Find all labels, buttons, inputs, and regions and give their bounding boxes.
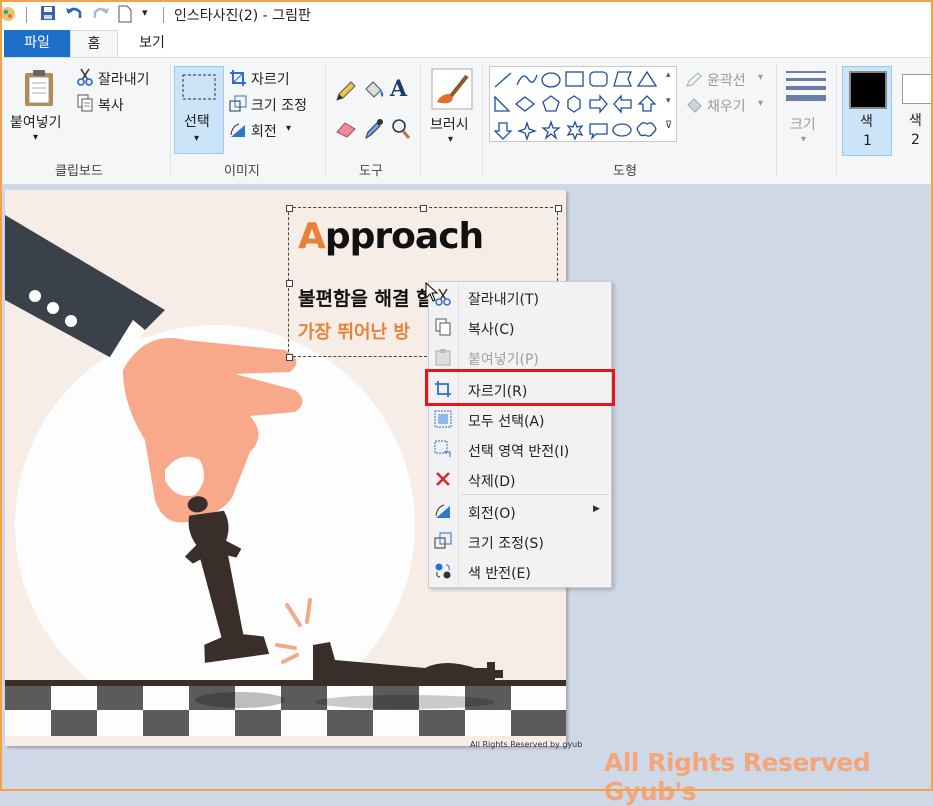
- rotate-button[interactable]: 회전: [251, 121, 277, 141]
- resize-icon[interactable]: [229, 95, 247, 117]
- outline-dropdown-icon: ▾: [758, 72, 764, 83]
- outline-icon: [685, 72, 703, 92]
- delete-x-icon: [434, 470, 452, 488]
- color1-button[interactable]: 색 1: [842, 66, 892, 156]
- shapes-scroll-down-icon[interactable]: ▾: [666, 96, 671, 106]
- color1-swatch: [849, 71, 887, 109]
- shapes-scroll-up-icon[interactable]: ▴: [666, 70, 671, 80]
- selection-handle[interactable]: [420, 205, 427, 212]
- app-icon[interactable]: [0, 4, 16, 26]
- cut-button[interactable]: 잘라내기: [98, 69, 150, 89]
- crop-button[interactable]: 자르기: [251, 69, 290, 89]
- rotate-icon[interactable]: [229, 121, 247, 143]
- paste-icon[interactable]: [22, 68, 56, 112]
- pencil-icon[interactable]: [335, 80, 357, 106]
- mouse-cursor-icon: [425, 281, 439, 306]
- selection-handle[interactable]: [286, 280, 293, 287]
- ribbon: 붙여넣기 ▾ 잘라내기 복사 클립보드 선택 ▾ 자르기 크기 조정 회전 ▾ …: [0, 57, 933, 185]
- context-menu: 잘라내기(T) 복사(C) 붙여넣기(P) 자르기(R) 모두 선택(A) 선택…: [428, 281, 612, 588]
- crop-highlight-box: [425, 369, 615, 406]
- color-picker-icon[interactable]: [364, 118, 384, 144]
- clipboard-group-label: 클립보드: [55, 164, 103, 179]
- fill-button: 채우기: [707, 99, 746, 115]
- context-menu-copy[interactable]: 복사(C): [429, 313, 611, 341]
- size-dropdown-icon[interactable]: ▾: [801, 134, 806, 145]
- fill-bucket-icon[interactable]: [362, 79, 386, 105]
- rotate-icon: [434, 502, 452, 520]
- crop-icon[interactable]: [229, 69, 247, 91]
- selection-handle[interactable]: [286, 354, 293, 361]
- select-label: 선택: [184, 114, 210, 130]
- watermark-text: All Rights Reserved Gyub's: [604, 748, 871, 806]
- size-icon[interactable]: [786, 70, 826, 108]
- context-menu-invert-color[interactable]: 색 반전(E): [429, 557, 611, 585]
- fill-dropdown-icon: ▾: [758, 98, 764, 109]
- title-bar: ▾ 인스타사진(2) - 그림판: [0, 0, 933, 30]
- context-menu-rotate[interactable]: 회전(O) ▶: [429, 497, 611, 525]
- undo-icon[interactable]: [65, 5, 83, 25]
- shapes-gallery[interactable]: [489, 66, 677, 142]
- size-button[interactable]: 크기: [790, 114, 816, 134]
- context-menu-delete[interactable]: 삭제(D): [429, 465, 611, 493]
- selection-handle[interactable]: [555, 205, 562, 212]
- brush-icon[interactable]: [431, 68, 473, 114]
- submenu-arrow-icon: ▶: [593, 504, 600, 514]
- context-menu-select-all[interactable]: 모두 선택(A): [429, 405, 611, 433]
- color2-number: 2: [911, 132, 920, 148]
- magnifier-icon[interactable]: [391, 118, 411, 144]
- context-menu-cut[interactable]: 잘라내기(T): [429, 283, 611, 311]
- image-group-label: 이미지: [224, 164, 260, 179]
- context-menu-paste: 붙여넣기(P): [429, 343, 611, 371]
- context-menu-invert-selection[interactable]: 선택 영역 반전(I): [429, 435, 611, 463]
- new-file-icon[interactable]: [118, 5, 132, 27]
- fill-icon: [685, 96, 705, 118]
- paste-button[interactable]: 붙여넣기: [10, 112, 62, 132]
- brushes-dropdown-icon[interactable]: ▾: [448, 134, 453, 145]
- shapes-expand-icon[interactable]: ⊽: [665, 120, 672, 131]
- tools-group-label: 도구: [359, 164, 383, 179]
- context-menu-resize[interactable]: 크기 조정(S): [429, 527, 611, 555]
- resize-button[interactable]: 크기 조정: [251, 95, 307, 115]
- select-button[interactable]: 선택 ▾: [174, 66, 224, 154]
- shapes-group-label: 도형: [613, 164, 637, 179]
- window-title: 인스타사진(2) - 그림판: [174, 8, 311, 24]
- tab-home[interactable]: 홈: [70, 30, 118, 57]
- outline-button: 윤곽선: [707, 73, 746, 89]
- copy-icon[interactable]: [77, 94, 93, 116]
- redo-icon[interactable]: [92, 5, 110, 25]
- copy-button[interactable]: 복사: [98, 95, 124, 115]
- invert-color-icon: [434, 562, 452, 580]
- color2-button[interactable]: 색 2: [898, 66, 933, 156]
- select-all-icon: [434, 410, 452, 428]
- text-icon[interactable]: A: [390, 76, 407, 102]
- brushes-button[interactable]: 브러시: [430, 114, 469, 134]
- paste-icon: [434, 348, 452, 366]
- tab-file[interactable]: 파일: [4, 30, 70, 57]
- select-dropdown-icon: ▾: [194, 133, 200, 144]
- rotate-dropdown-icon[interactable]: ▾: [286, 123, 291, 134]
- resize-icon: [434, 532, 452, 550]
- paste-dropdown-icon[interactable]: ▾: [33, 132, 38, 143]
- color1-number: 1: [863, 133, 872, 149]
- eraser-icon[interactable]: [335, 120, 357, 142]
- ribbon-tabs: 파일 홈 보기: [0, 30, 933, 57]
- tab-view[interactable]: 보기: [122, 30, 182, 57]
- color2-label: 색: [909, 113, 922, 129]
- selection-handle[interactable]: [286, 205, 293, 212]
- invert-selection-icon: [434, 440, 452, 458]
- save-icon[interactable]: [40, 5, 56, 25]
- color2-swatch: [902, 74, 933, 104]
- color1-label: 색: [860, 114, 873, 130]
- scissors-icon[interactable]: [77, 68, 93, 90]
- customize-quick-access-icon[interactable]: ▾: [142, 6, 148, 19]
- canvas-copyright: All Rights Reserved by gyub: [470, 740, 583, 749]
- copy-icon: [434, 318, 452, 336]
